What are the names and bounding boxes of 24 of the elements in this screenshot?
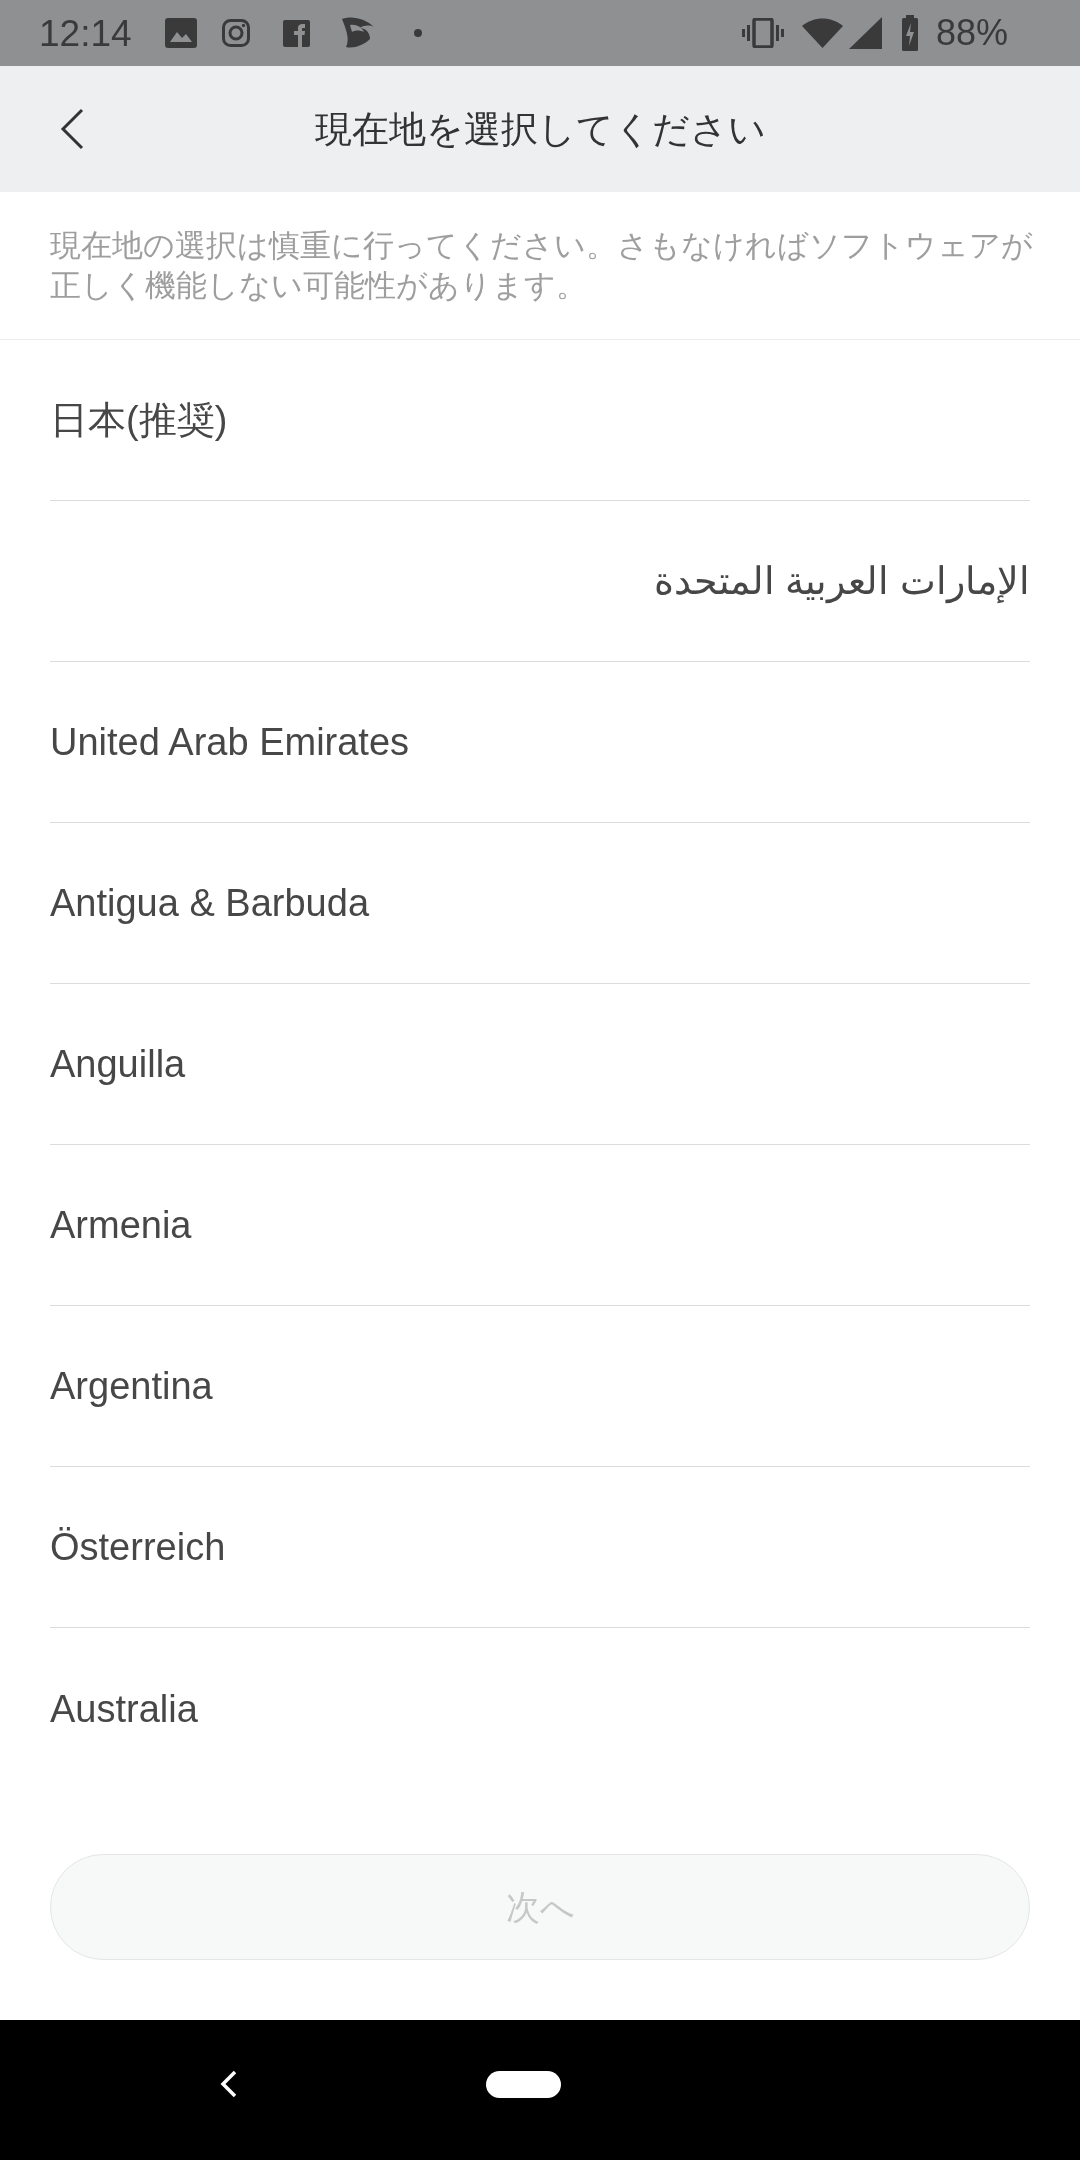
country-item[interactable]: الإمارات العربية المتحدة xyxy=(50,501,1030,662)
country-item[interactable]: Armenia xyxy=(50,1145,1030,1306)
country-item[interactable]: 日本(推奨) xyxy=(50,340,1030,501)
status-time: 12:14 xyxy=(39,14,132,52)
page-title: 現在地を選択してください xyxy=(314,110,766,148)
signal-icon xyxy=(848,17,882,49)
battery-percent: 88% xyxy=(935,15,1008,51)
country-item[interactable]: Argentina xyxy=(50,1306,1030,1467)
country-item[interactable]: Anguilla xyxy=(50,984,1030,1145)
home-button[interactable] xyxy=(486,2071,561,2098)
notice-text: 現在地の選択は慎重に行ってください。さもなければソフトウェアが正しく機能しない可能性があります。 xyxy=(50,226,1034,305)
dot-icon xyxy=(413,29,422,37)
country-item[interactable]: Antigua & Barbuda xyxy=(50,823,1030,984)
vibrate-icon xyxy=(741,18,784,48)
camera-icon xyxy=(221,19,250,47)
battery-charging-icon xyxy=(901,15,918,51)
back-icon xyxy=(219,2070,237,2098)
country-item[interactable]: United Arab Emirates xyxy=(50,662,1030,823)
back-icon xyxy=(60,108,84,150)
country-item[interactable]: Österreich xyxy=(50,1467,1030,1628)
wifi-icon xyxy=(801,18,843,48)
country-item[interactable]: Australia xyxy=(50,1628,1030,1789)
f-logo-icon xyxy=(282,19,310,47)
image-icon xyxy=(164,18,197,48)
